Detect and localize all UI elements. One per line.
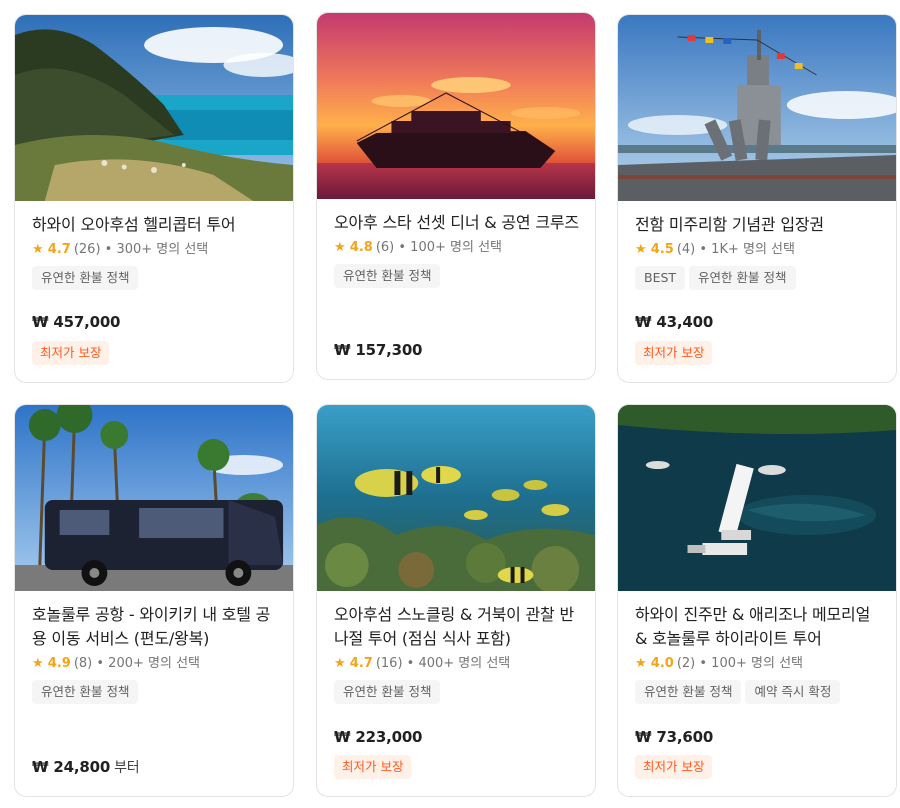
price-amount: ₩ 24,800: [32, 758, 111, 776]
shuttle-bus-image: [15, 405, 293, 591]
review-count: (2) • 100+ 명의 선택: [676, 656, 803, 671]
rating: ★ 4.7 (16) • 400+ 명의 선택: [334, 654, 579, 674]
star-icon: ★: [334, 656, 346, 671]
star-icon: ★: [334, 240, 346, 255]
activity-card-airport-shuttle[interactable]: 호놀룰루 공항 - 와이키키 내 호텔 공용 이동 서비스 (편도/왕복) ★ …: [14, 404, 294, 797]
rating: ★ 4.0 (2) • 100+ 명의 선택: [635, 654, 880, 674]
tag-list: 유연한 환불 정책: [334, 264, 579, 288]
activity-title: 하와이 오아후섬 헬리콥터 투어: [32, 215, 236, 234]
review-count: (26) • 300+ 명의 선택: [73, 242, 209, 257]
arizona-memorial-image: [618, 405, 896, 591]
activity-card-snorkeling[interactable]: 오아후섬 스노클링 & 거북이 관찰 반나절 투어 (점심 식사 포함) ★ 4…: [316, 404, 596, 797]
tag-list: 유연한 환불 정책: [32, 680, 277, 704]
activity-title: 오아후섬 스노클링 & 거북이 관찰 반나절 투어 (점심 식사 포함): [334, 605, 574, 648]
rating-score: 4.8: [349, 240, 373, 255]
battleship-missouri-image: [618, 15, 896, 201]
sunset-cruise-image: [317, 13, 595, 199]
tag-best: BEST: [635, 266, 686, 290]
activity-card-pearl-harbor[interactable]: 하와이 진주만 & 애리조나 메모리얼 & 호놀룰루 하이라이트 투어 ★ 4.…: [617, 404, 897, 797]
tag-refund-policy: 유연한 환불 정책: [689, 266, 796, 290]
price-suffix: 부터: [114, 760, 140, 776]
tag-list: BEST 유연한 환불 정책: [635, 266, 880, 290]
review-count: (8) • 200+ 명의 선택: [73, 656, 200, 671]
activity-card-sunset-cruise[interactable]: 오아후 스타 선셋 디너 & 공연 크루즈 ★ 4.8 (6) • 100+ 명의…: [316, 12, 596, 380]
tag-refund-policy: 유연한 환불 정책: [32, 680, 139, 704]
price: ₩ 43,400: [635, 313, 714, 331]
star-icon: ★: [635, 242, 647, 257]
activity-title: 전함 미주리함 기념관 입장권: [635, 215, 824, 234]
activity-title: 하와이 진주만 & 애리조나 메모리얼 & 호놀룰루 하이라이트 투어: [635, 605, 871, 648]
rating: ★ 4.7 (26) • 300+ 명의 선택: [32, 240, 277, 260]
lowest-price-badge: 최저가 보장: [635, 755, 713, 779]
helicopter-tour-image: [15, 15, 293, 201]
price: ₩ 73,600: [635, 728, 714, 746]
lowest-price-badge: 최저가 보장: [32, 341, 110, 365]
rating: ★ 4.5 (4) • 1K+ 명의 선택: [635, 240, 880, 260]
tag-refund-policy: 유연한 환불 정책: [334, 680, 441, 704]
tag-list: 유연한 환불 정책: [334, 680, 579, 704]
review-count: (6) • 100+ 명의 선택: [375, 240, 502, 255]
rating-score: 4.0: [650, 656, 674, 671]
tag-list: 유연한 환불 정책 예약 즉시 확정: [635, 680, 880, 704]
activity-card-uss-missouri[interactable]: 전함 미주리함 기념관 입장권 ★ 4.5 (4) • 1K+ 명의 선택 BES…: [617, 14, 897, 383]
rating-score: 4.9: [47, 656, 71, 671]
lowest-price-badge: 최저가 보장: [635, 341, 713, 365]
activity-grid: 하와이 오아후섬 헬리콥터 투어 ★ 4.7 (26) • 300+ 명의 선택 …: [0, 0, 900, 808]
price: ₩ 223,000: [334, 728, 423, 746]
price: ₩ 457,000: [32, 313, 121, 331]
tag-instant-confirmation: 예약 즉시 확정: [745, 680, 841, 704]
rating-score: 4.5: [650, 242, 674, 257]
lowest-price-badge: 최저가 보장: [334, 755, 412, 779]
rating-score: 4.7: [349, 656, 373, 671]
price: ₩ 24,800 부터: [32, 757, 140, 777]
rating: ★ 4.8 (6) • 100+ 명의 선택: [334, 238, 579, 258]
review-count: (16) • 400+ 명의 선택: [375, 656, 511, 671]
activity-title: 호놀룰루 공항 - 와이키키 내 호텔 공용 이동 서비스 (편도/왕복): [32, 605, 271, 648]
star-icon: ★: [32, 656, 44, 671]
tag-list: 유연한 환불 정책: [32, 266, 277, 290]
activity-card-helicopter[interactable]: 하와이 오아후섬 헬리콥터 투어 ★ 4.7 (26) • 300+ 명의 선택 …: [14, 14, 294, 383]
price: ₩ 157,300: [334, 341, 423, 359]
star-icon: ★: [32, 242, 44, 257]
rating-score: 4.7: [47, 242, 71, 257]
review-count: (4) • 1K+ 명의 선택: [676, 242, 795, 257]
rating: ★ 4.9 (8) • 200+ 명의 선택: [32, 654, 277, 674]
tag-refund-policy: 유연한 환불 정책: [334, 264, 441, 288]
star-icon: ★: [635, 656, 647, 671]
tag-refund-policy: 유연한 환불 정책: [32, 266, 139, 290]
tag-refund-policy: 유연한 환불 정책: [635, 680, 742, 704]
snorkeling-reef-image: [317, 405, 595, 591]
activity-title: 오아후 스타 선셋 디너 & 공연 크루즈: [334, 213, 579, 232]
